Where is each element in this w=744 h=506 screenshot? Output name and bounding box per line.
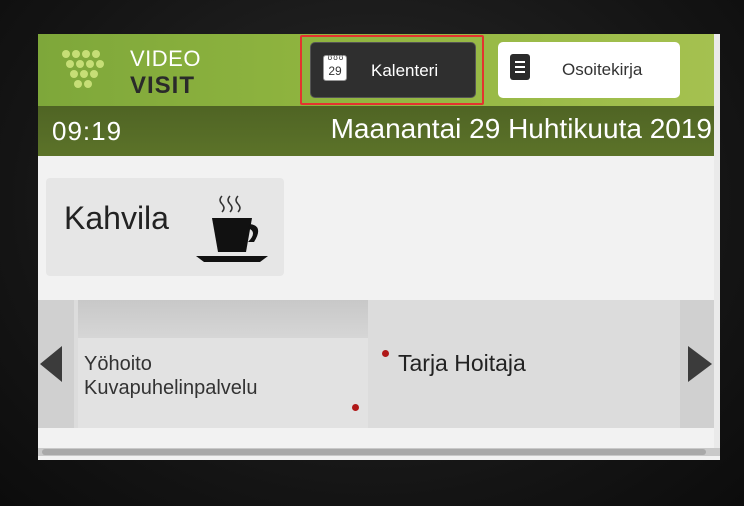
address-book-button[interactable]: Osoitekirja: [498, 42, 680, 98]
contact-name: Yöhoito Kuvapuhelinpalvelu: [84, 352, 257, 400]
contact-name-line2: Kuvapuhelinpalvelu: [84, 377, 258, 399]
contact-photo-placeholder: [78, 300, 368, 338]
vertical-scrollbar[interactable]: [714, 34, 720, 448]
calendar-icon: ʊʊʊ 29: [323, 54, 347, 81]
cafe-button[interactable]: Kahvila: [46, 178, 284, 276]
contact-name: Tarja Hoitaja: [398, 350, 526, 376]
grapes-logo-icon: [56, 46, 112, 94]
header-bar: VIDEO VISIT ʊʊʊ 29 Kalenteri Osoitekirja: [38, 34, 720, 106]
contacts-carousel: Yöhoito Kuvapuhelinpalvelu Tarja Hoitaja: [38, 300, 720, 428]
current-date: Maanantai 29 Huhtikuuta 2019: [330, 113, 712, 144]
horizontal-scrollbar[interactable]: [38, 448, 720, 456]
contact-card[interactable]: Tarja Hoitaja: [374, 300, 672, 428]
app-screen: VIDEO VISIT ʊʊʊ 29 Kalenteri Osoitekirja…: [38, 34, 720, 460]
address-book-button-label: Osoitekirja: [562, 60, 643, 79]
current-time: 09:19: [52, 116, 123, 146]
calendar-button[interactable]: ʊʊʊ 29 Kalenteri: [310, 42, 476, 98]
cafe-label: Kahvila: [64, 200, 169, 236]
date-time-bar: 09:19 Maanantai 29 Huhtikuuta 2019: [38, 106, 720, 156]
calendar-icon-day: 29: [328, 64, 342, 78]
horizontal-scrollbar-thumb[interactable]: [42, 449, 706, 455]
scroll-left-arrow-icon[interactable]: [38, 300, 74, 428]
calendar-button-label: Kalenteri: [371, 61, 439, 80]
logo-text-visit: VISIT: [130, 72, 196, 99]
logo-text-video: VIDEO: [130, 46, 201, 71]
contact-card[interactable]: Yöhoito Kuvapuhelinpalvelu: [78, 300, 368, 428]
status-dot-icon: [352, 404, 359, 411]
status-dot-icon: [382, 350, 389, 357]
video-visit-logo: VIDEO VISIT: [56, 42, 256, 99]
coffee-cup-icon: [196, 195, 268, 262]
contact-name-line1: Yöhoito: [84, 353, 152, 375]
document-icon: [510, 54, 530, 80]
